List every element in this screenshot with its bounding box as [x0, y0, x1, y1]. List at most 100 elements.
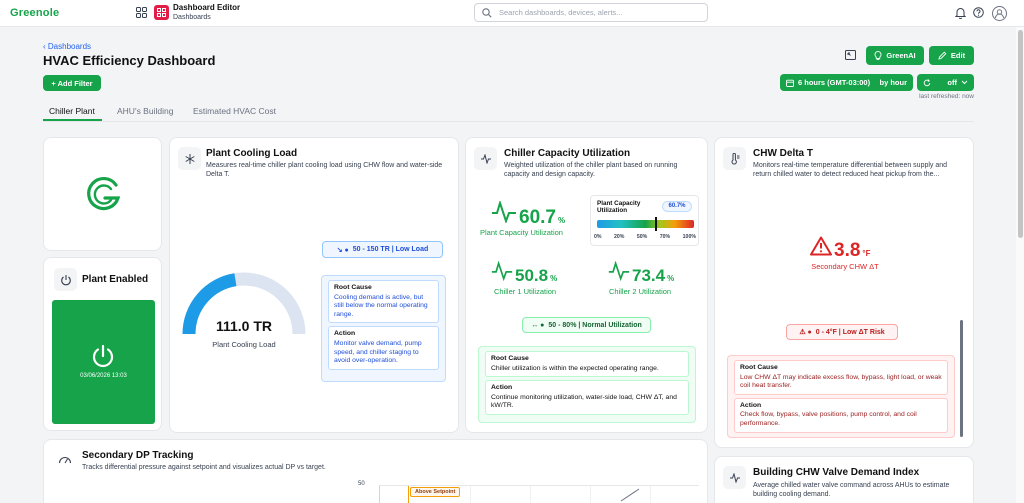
breadcrumb-label: Dashboards: [47, 42, 92, 51]
plant-cooling-load-card: Plant Cooling Load Measures real-time ch…: [169, 137, 459, 433]
delta-t-insight-panel: Root Cause Low CHW ΔT may indicate exces…: [727, 355, 955, 438]
dp-y-tick: 50: [358, 481, 365, 487]
card-scrollbar[interactable]: [960, 320, 963, 437]
cooling-load-insight-panel: Root Cause Cooling demand is active, but…: [321, 275, 446, 382]
cooling-load-label: Plant Cooling Load: [212, 340, 276, 349]
search-input[interactable]: Search dashboards, devices, alerts...: [474, 3, 708, 22]
capacity-gradient-bar: [597, 220, 694, 228]
dp-chart-area: 50 Above Setpoint: [358, 481, 699, 503]
delta-t-metric: 3.8 °F: [810, 236, 871, 262]
dashboard-app-icon: [154, 5, 169, 20]
cooling-load-desc: Measures real-time chiller plant cooling…: [206, 162, 443, 178]
action-heading: Action: [491, 384, 513, 392]
plant-status-tile[interactable]: 03/06/2026 13:03: [52, 300, 155, 424]
tick-label: 50%: [636, 234, 648, 240]
greenai-button[interactable]: GreenAI: [866, 46, 924, 65]
chiller1-util-value: 50.8: [515, 266, 549, 285]
search-placeholder: Search dashboards, devices, alerts...: [499, 8, 623, 17]
refresh-value: off: [947, 78, 957, 87]
capacity-title: Chiller Capacity Utilization: [504, 148, 631, 159]
capacity-insight-panel: Root Cause Chiller utilization is within…: [478, 346, 696, 423]
root-cause-text: Chiller utilization is within the expect…: [491, 364, 659, 372]
cooling-load-range-text: 50 - 150 TR | Low Load: [352, 246, 429, 253]
chiller1-util-label: Chiller 1 Utilization: [494, 287, 557, 296]
capacity-bar-title: Plant Capacity Utilization: [597, 200, 641, 214]
root-cause-heading: Root Cause: [491, 355, 529, 362]
capacity-bar-panel: Plant Capacity Utilization 60.7% 0% 20% …: [590, 195, 699, 246]
app-subtitle: Dashboards: [173, 14, 211, 21]
delta-t-range-text: 0 - 4°F | Low ΔT Risk: [815, 328, 885, 336]
refresh-icon: [923, 78, 931, 86]
capacity-bar-value: 60.7%: [662, 201, 692, 212]
valve-title: Building CHW Valve Demand Index: [753, 467, 920, 478]
chiller1-util-metric: 50.8%: [491, 261, 557, 286]
above-setpoint-label: Above Setpoint: [410, 487, 461, 497]
active-tab-indicator: [43, 119, 102, 121]
last-refreshed-text: last refreshed: now: [919, 93, 974, 100]
chiller2-util-label: Chiller 2 Utilization: [609, 287, 672, 296]
action-text: Monitor valve demand, pump speed, and ch…: [334, 339, 422, 365]
dp-title: Secondary DP Tracking: [82, 450, 194, 461]
app-logo[interactable]: Greenole: [10, 7, 59, 19]
root-cause-heading: Root Cause: [334, 284, 372, 291]
apps-grid-icon[interactable]: [136, 7, 147, 18]
tick-label: 100%: [682, 234, 696, 240]
warning-icon: ⚠ ●: [799, 329, 812, 336]
edit-button[interactable]: Edit: [929, 46, 974, 65]
breadcrumb[interactable]: ‹ Dashboards: [43, 42, 91, 51]
plant-enabled-card: Plant Enabled 03/06/2026 13:03: [43, 257, 162, 431]
grid-line: [530, 486, 531, 503]
scrollbar-thumb[interactable]: [1018, 30, 1023, 238]
range-arrows-icon: ↔ ●: [531, 321, 545, 329]
cooling-load-value: 111.0 TR: [215, 318, 273, 334]
brand-logo-card: [43, 137, 162, 251]
valve-demand-card: Building CHW Valve Demand Index Average …: [714, 456, 974, 503]
delta-t-range-badge: ⚠ ● 0 - 4°F | Low ΔT Risk: [786, 324, 898, 340]
pencil-icon: [938, 51, 947, 60]
page-title: HVAC Efficiency Dashboard: [43, 53, 216, 68]
greenole-logo-icon: [86, 176, 122, 212]
cooling-load-title: Plant Cooling Load: [206, 148, 298, 159]
power-on-icon: [91, 344, 115, 368]
add-filter-button[interactable]: + Add Filter: [43, 75, 101, 91]
chiller1-util-unit: %: [550, 274, 558, 283]
tab-estimated-hvac-cost[interactable]: Estimated HVAC Cost: [193, 106, 276, 116]
chiller-capacity-card: Chiller Capacity Utilization Weighted ut…: [465, 137, 708, 433]
power-icon: [54, 268, 77, 291]
tick-label: 70%: [659, 234, 671, 240]
edit-label: Edit: [950, 51, 966, 60]
group-by-label[interactable]: by hour: [880, 78, 908, 87]
search-icon: [482, 8, 492, 18]
top-bar: Greenole Dashboard Editor Dashboards Sea…: [0, 0, 1024, 27]
thermometer-icon: [723, 147, 746, 170]
root-cause-heading: Root Cause: [740, 364, 778, 371]
chiller2-util-value: 73.4: [632, 266, 666, 285]
warning-icon: [810, 236, 832, 256]
app-title: Dashboard Editor: [173, 3, 241, 12]
cooling-load-range-badge: ↘ ● 50 - 150 TR | Low Load: [322, 241, 443, 258]
delta-t-label: Secondary CHW ΔT: [811, 262, 879, 271]
auto-refresh-selector[interactable]: off: [917, 74, 974, 91]
fullscreen-icon[interactable]: [845, 50, 856, 60]
plant-util-unit: %: [557, 216, 566, 225]
setpoint-marker-line: [408, 486, 409, 503]
tick-label: 0%: [594, 234, 602, 240]
tab-ahus-building[interactable]: AHU's Building: [117, 106, 173, 116]
speedometer-icon: [58, 453, 72, 465]
grid-line: [590, 486, 591, 503]
delta-t-unit: °F: [862, 249, 871, 258]
plant-status-timestamp: 03/06/2026 13:03: [80, 373, 127, 379]
action-heading: Action: [740, 401, 762, 409]
secondary-dp-card: Secondary DP Tracking Tracks differentia…: [43, 439, 708, 503]
action-text: Check flow, bypass, valve positions, pum…: [740, 411, 917, 427]
capacity-range-text: 50 - 80% | Normal Utilization: [548, 321, 642, 329]
tab-chiller-plant[interactable]: Chiller Plant: [49, 106, 95, 116]
calendar-icon: [786, 79, 794, 87]
help-icon[interactable]: [973, 7, 984, 18]
dp-desc: Tracks differential pressure against set…: [82, 464, 326, 471]
chiller2-util-unit: %: [667, 274, 675, 283]
time-range-selector[interactable]: 6 hours (GMT-03:00) by hour: [780, 74, 913, 91]
delta-t-title: CHW Delta T: [753, 148, 813, 159]
bell-icon[interactable]: [955, 7, 966, 19]
user-avatar[interactable]: [992, 6, 1007, 21]
